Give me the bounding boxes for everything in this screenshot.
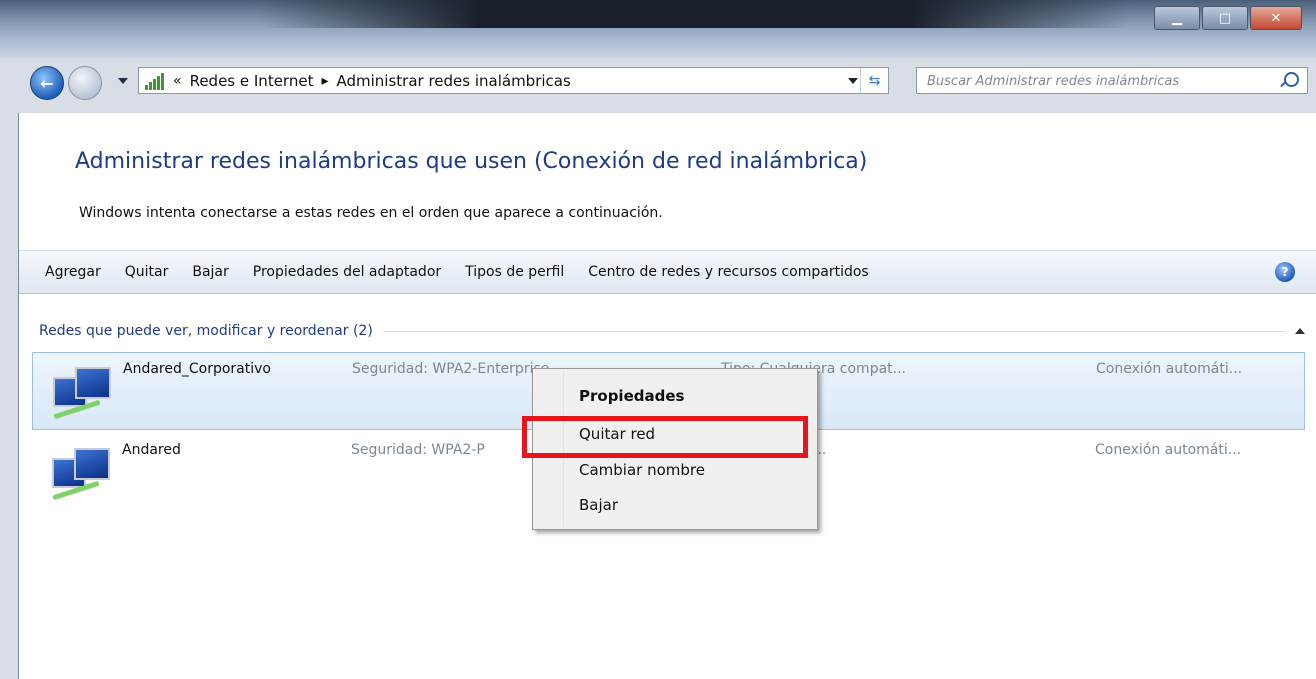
address-dropdown-icon[interactable] — [848, 78, 858, 84]
close-button[interactable]: ✕ — [1250, 6, 1302, 30]
menu-item-propiedades[interactable]: Propiedades — [579, 387, 684, 405]
command-toolbar: Agregar Quitar Bajar Propiedades del ada… — [19, 250, 1316, 294]
network-signal-icon — [145, 72, 165, 90]
menu-item-cambiar-nombre[interactable]: Cambiar nombre — [579, 461, 705, 479]
network-group-header[interactable]: Redes que puede ver, modificar y reorden… — [39, 321, 1309, 341]
highlight-annotation-box — [522, 416, 808, 458]
wireless-network-icon — [49, 361, 111, 423]
network-security: Seguridad: WPA2-Enterprise — [352, 361, 550, 377]
network-connection-mode: Conexión automáti... — [1096, 361, 1243, 377]
minimize-icon: ▁ — [1172, 10, 1182, 26]
help-icon[interactable]: ? — [1275, 262, 1295, 282]
maximize-icon: □ — [1218, 10, 1232, 26]
breadcrumb-arrow-icon[interactable]: ▸ — [321, 73, 328, 89]
page-title: Administrar redes inalámbricas que usen … — [75, 149, 868, 174]
back-arrow-icon: ← — [40, 73, 54, 93]
page-subtitle: Windows intenta conectarse a estas redes… — [79, 205, 663, 221]
group-label: Redes que puede ver, modificar y reorden… — [39, 323, 373, 339]
recent-pages-dropdown-icon[interactable] — [118, 78, 128, 84]
breadcrumb-redes-e-internet[interactable]: Redes e Internet — [190, 72, 314, 90]
maximize-button[interactable]: □ — [1202, 6, 1248, 30]
navigation-bar: ← « Redes e Internet ▸ Administrar redes… — [0, 60, 1316, 102]
address-bar[interactable]: « Redes e Internet ▸ Administrar redes i… — [138, 67, 889, 94]
menu-item-bajar[interactable]: Bajar — [579, 496, 618, 514]
toolbar-profile-types-button[interactable]: Tipos de perfil — [453, 264, 576, 280]
minimize-button[interactable]: ▁ — [1154, 6, 1200, 30]
network-connection-mode: Conexión automáti... — [1095, 442, 1242, 458]
breadcrumb-overflow[interactable]: « — [173, 73, 182, 89]
search-input[interactable] — [917, 68, 1269, 94]
network-name: Andared_Corporativo — [123, 361, 271, 377]
forward-button[interactable] — [68, 66, 102, 100]
collapse-icon[interactable] — [1295, 328, 1305, 334]
wireless-network-icon — [48, 442, 110, 504]
toolbar-agregar-button[interactable]: Agregar — [19, 264, 113, 280]
search-box[interactable] — [916, 67, 1308, 94]
toolbar-adapter-properties-button[interactable]: Propiedades del adaptador — [241, 264, 453, 280]
toolbar-bajar-button[interactable]: Bajar — [180, 264, 240, 280]
toolbar-quitar-button[interactable]: Quitar — [113, 264, 181, 280]
search-icon[interactable] — [1284, 72, 1299, 87]
network-security: Seguridad: WPA2-P — [351, 442, 485, 458]
toolbar-network-center-button[interactable]: Centro de redes y recursos compartidos — [576, 264, 880, 280]
network-name: Andared — [122, 442, 181, 458]
titlebar-shade — [260, 0, 1130, 28]
window-controls: ▁ □ ✕ — [1154, 6, 1302, 30]
breadcrumb-administrar-redes[interactable]: Administrar redes inalámbricas — [336, 72, 570, 90]
back-button[interactable]: ← — [30, 66, 64, 100]
refresh-icon[interactable]: ⇆ — [860, 68, 888, 93]
close-icon: ✕ — [1270, 10, 1282, 26]
window-titlebar: ▁ □ ✕ — [0, 0, 1316, 58]
group-divider — [382, 330, 1285, 332]
